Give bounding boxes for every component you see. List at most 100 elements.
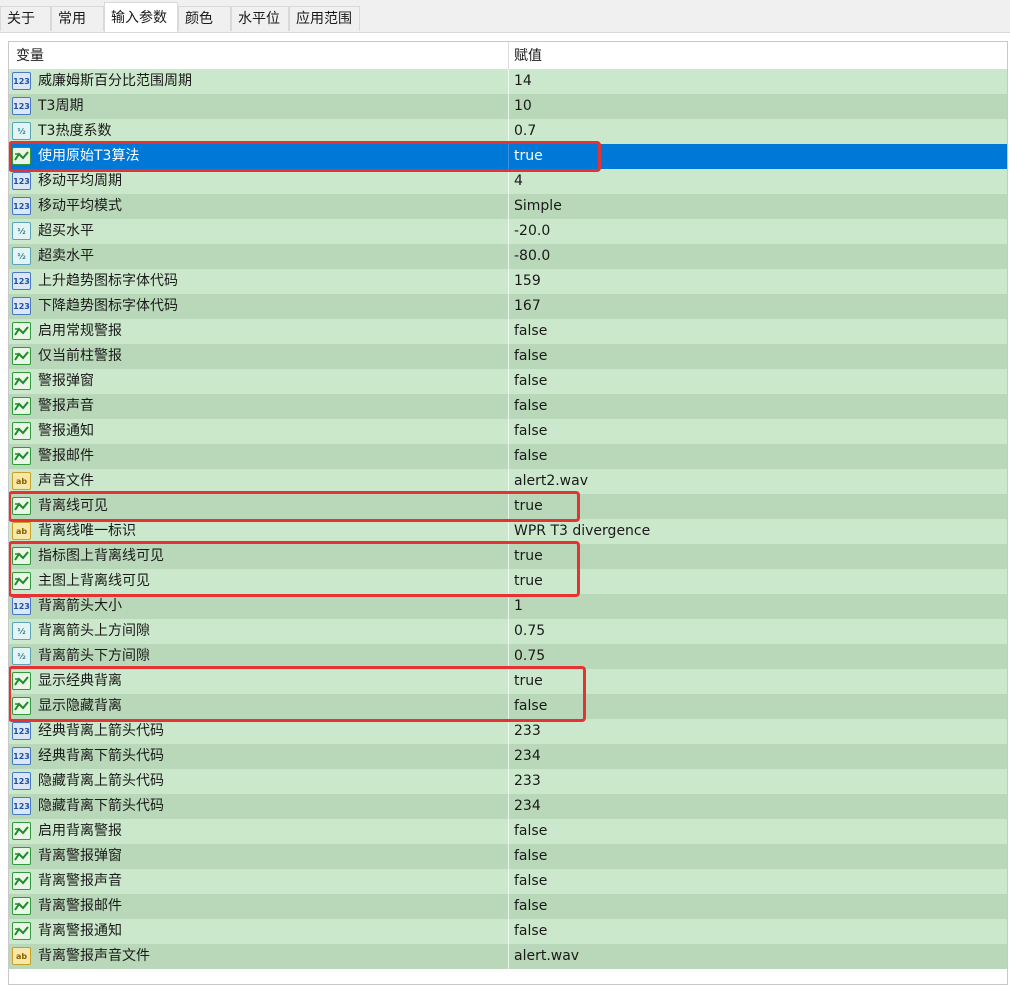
param-value[interactable]: 234 bbox=[514, 794, 541, 819]
param-row[interactable]: ½ 超卖水平 -80.0 bbox=[9, 244, 1007, 269]
param-row[interactable]: 警报声音 false bbox=[9, 394, 1007, 419]
column-header-variable[interactable]: 变量 bbox=[16, 42, 44, 69]
param-row[interactable]: 启用常规警报 false bbox=[9, 319, 1007, 344]
param-row[interactable]: 123 移动平均模式 Simple bbox=[9, 194, 1007, 219]
list-header: 变量 赋值 bbox=[9, 42, 1007, 70]
param-value[interactable]: true bbox=[514, 494, 543, 519]
param-row[interactable]: 123 上升趋势图标字体代码 159 bbox=[9, 269, 1007, 294]
bool-icon bbox=[12, 672, 31, 690]
param-value[interactable]: false bbox=[514, 894, 547, 919]
tab-levels[interactable]: 水平位 bbox=[231, 6, 289, 31]
param-value[interactable]: true bbox=[514, 544, 543, 569]
param-row[interactable]: 123 经典背离上箭头代码 233 bbox=[9, 719, 1007, 744]
param-row[interactable]: 背离警报声音 false bbox=[9, 869, 1007, 894]
param-value[interactable]: 0.7 bbox=[514, 119, 536, 144]
param-value[interactable]: true bbox=[514, 669, 543, 694]
param-row[interactable]: ab 背离警报声音文件 alert.wav bbox=[9, 944, 1007, 969]
param-name: 警报弹窗 bbox=[38, 373, 94, 389]
param-value[interactable]: false bbox=[514, 819, 547, 844]
param-value[interactable]: WPR T3 divergence bbox=[514, 519, 650, 544]
param-row[interactable]: 123 移动平均周期 4 bbox=[9, 169, 1007, 194]
param-row[interactable]: ½ 背离箭头上方间隙 0.75 bbox=[9, 619, 1007, 644]
param-row[interactable]: 指标图上背离线可见 true bbox=[9, 544, 1007, 569]
column-divider[interactable] bbox=[508, 42, 509, 69]
param-row[interactable]: 123 隐藏背离上箭头代码 233 bbox=[9, 769, 1007, 794]
param-row[interactable]: 背离线可见 true bbox=[9, 494, 1007, 519]
param-value[interactable]: false bbox=[514, 344, 547, 369]
param-value[interactable]: false bbox=[514, 369, 547, 394]
param-row[interactable]: ½ 超买水平 -20.0 bbox=[9, 219, 1007, 244]
param-row[interactable]: 使用原始T3算法 true bbox=[9, 144, 1007, 169]
param-name: 下降趋势图标字体代码 bbox=[38, 298, 178, 314]
param-value[interactable]: false bbox=[514, 869, 547, 894]
tab-common[interactable]: 常用 bbox=[51, 6, 104, 31]
column-divider bbox=[508, 844, 509, 869]
param-row[interactable]: 显示经典背离 true bbox=[9, 669, 1007, 694]
param-value[interactable]: alert.wav bbox=[514, 944, 579, 969]
param-value[interactable]: false bbox=[514, 394, 547, 419]
tab-colors[interactable]: 颜色 bbox=[178, 6, 231, 31]
param-row[interactable]: 123 经典背离下箭头代码 234 bbox=[9, 744, 1007, 769]
param-row[interactable]: 警报邮件 false bbox=[9, 444, 1007, 469]
param-value[interactable]: 233 bbox=[514, 719, 541, 744]
column-divider bbox=[508, 669, 509, 694]
param-value[interactable]: 0.75 bbox=[514, 619, 545, 644]
param-name: 警报通知 bbox=[38, 423, 94, 439]
param-name: 移动平均周期 bbox=[38, 173, 122, 189]
bool-icon bbox=[12, 322, 31, 340]
param-row[interactable]: ab 背离线唯一标识 WPR T3 divergence bbox=[9, 519, 1007, 544]
param-value[interactable]: false bbox=[514, 419, 547, 444]
param-value[interactable]: 167 bbox=[514, 294, 541, 319]
param-value[interactable]: Simple bbox=[514, 194, 562, 219]
param-row[interactable]: 背离警报邮件 false bbox=[9, 894, 1007, 919]
param-name: 背离箭头下方间隙 bbox=[38, 648, 150, 664]
param-row[interactable]: 123 T3周期 10 bbox=[9, 94, 1007, 119]
column-divider bbox=[508, 294, 509, 319]
param-value[interactable]: true bbox=[514, 144, 543, 169]
param-value[interactable]: 233 bbox=[514, 769, 541, 794]
tab-about[interactable]: 关于 bbox=[0, 6, 51, 31]
param-value[interactable]: 1 bbox=[514, 594, 523, 619]
param-value[interactable]: false bbox=[514, 844, 547, 869]
param-row[interactable]: ab 声音文件 alert2.wav bbox=[9, 469, 1007, 494]
param-value[interactable]: 234 bbox=[514, 744, 541, 769]
param-row[interactable]: ½ T3热度系数 0.7 bbox=[9, 119, 1007, 144]
param-value[interactable]: -20.0 bbox=[514, 219, 550, 244]
tab-scope[interactable]: 应用范围 bbox=[289, 6, 360, 31]
tab-inputs[interactable]: 输入参数 bbox=[104, 2, 178, 32]
param-row[interactable]: 警报通知 false bbox=[9, 419, 1007, 444]
bool-icon bbox=[12, 547, 31, 565]
bool-icon bbox=[12, 397, 31, 415]
param-row[interactable]: 警报弹窗 false bbox=[9, 369, 1007, 394]
param-row[interactable]: 背离警报弹窗 false bbox=[9, 844, 1007, 869]
double-icon: ½ bbox=[12, 122, 31, 140]
param-row[interactable]: 123 背离箭头大小 1 bbox=[9, 594, 1007, 619]
param-row[interactable]: 启用背离警报 false bbox=[9, 819, 1007, 844]
param-value[interactable]: 14 bbox=[514, 69, 532, 94]
param-value[interactable]: 4 bbox=[514, 169, 523, 194]
param-value[interactable]: false bbox=[514, 694, 547, 719]
param-row[interactable]: 显示隐藏背离 false bbox=[9, 694, 1007, 719]
param-value[interactable]: alert2.wav bbox=[514, 469, 588, 494]
param-row[interactable]: 仅当前柱警报 false bbox=[9, 344, 1007, 369]
param-value[interactable]: true bbox=[514, 569, 543, 594]
param-value[interactable]: false bbox=[514, 444, 547, 469]
int-icon: 123 bbox=[12, 297, 31, 315]
param-row[interactable]: ½ 背离箭头下方间隙 0.75 bbox=[9, 644, 1007, 669]
param-value[interactable]: 10 bbox=[514, 94, 532, 119]
tab-strip: 关于 常用 输入参数 颜色 水平位 应用范围 bbox=[0, 0, 1010, 33]
param-value[interactable]: 0.75 bbox=[514, 644, 545, 669]
param-row[interactable]: 123 威廉姆斯百分比范围周期 14 bbox=[9, 69, 1007, 94]
param-row[interactable]: 背离警报通知 false bbox=[9, 919, 1007, 944]
param-row[interactable]: 主图上背离线可见 true bbox=[9, 569, 1007, 594]
param-value[interactable]: false bbox=[514, 319, 547, 344]
param-value[interactable]: 159 bbox=[514, 269, 541, 294]
column-header-value[interactable]: 赋值 bbox=[514, 42, 542, 69]
params-list[interactable]: 变量 赋值 123 威廉姆斯百分比范围周期 14 123 T3周期 10 ½ T3热度系数 0.… bbox=[8, 41, 1008, 985]
column-divider bbox=[508, 219, 509, 244]
int-icon: 123 bbox=[12, 747, 31, 765]
param-value[interactable]: false bbox=[514, 919, 547, 944]
param-row[interactable]: 123 下降趋势图标字体代码 167 bbox=[9, 294, 1007, 319]
param-value[interactable]: -80.0 bbox=[514, 244, 550, 269]
param-row[interactable]: 123 隐藏背离下箭头代码 234 bbox=[9, 794, 1007, 819]
